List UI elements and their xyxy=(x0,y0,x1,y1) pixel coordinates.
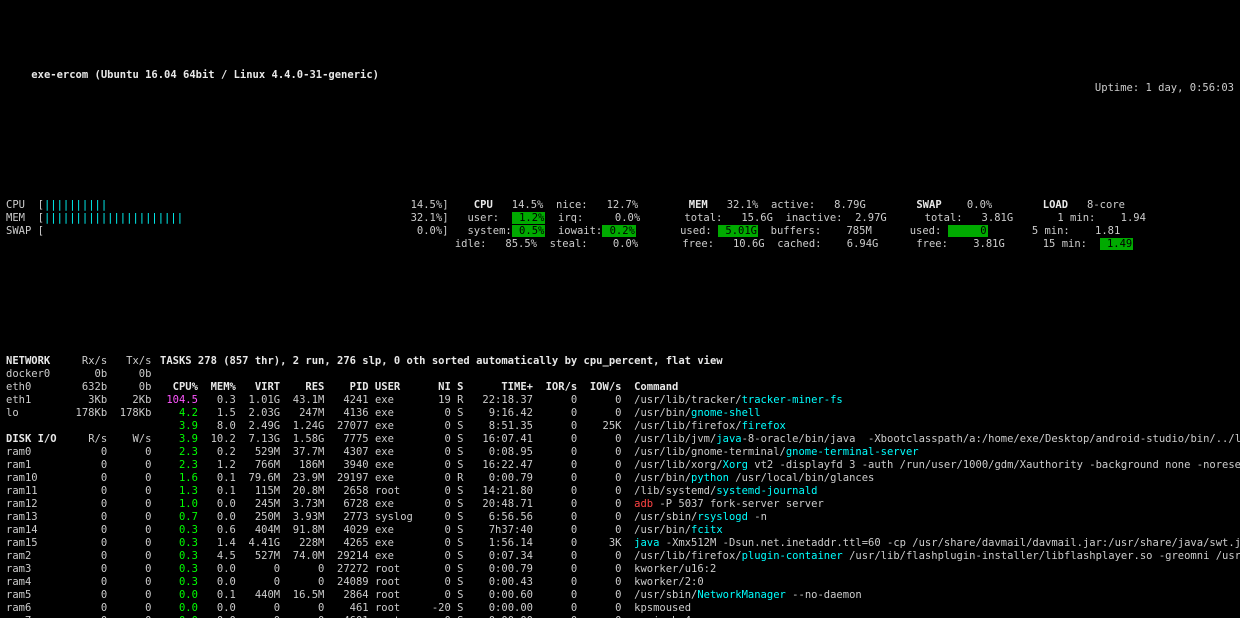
sidebar: NETWORK Rx/s Tx/sdocker0 0b 0beth0 632b … xyxy=(6,355,146,618)
process-row[interactable]: 104.5 0.3 1.01G 43.1M 4241 exe 19 R 22:1… xyxy=(160,394,1240,407)
process-row[interactable]: 4.2 1.5 2.03G 247M 4136 exe 0 S 9:16.42 … xyxy=(160,407,1240,420)
process-row[interactable]: 3.9 8.0 2.49G 1.24G 27077 exe 0 S 8:51.3… xyxy=(160,420,1240,433)
summary-panel: CPU [|||||||||| 14.5%] CPU 14.5% nice: 1… xyxy=(6,199,1234,251)
task-list[interactable]: TASKS 278 (857 thr), 2 run, 276 slp, 0 o… xyxy=(160,355,1240,618)
process-row[interactable]: 0.0 0.1 440M 16.5M 2864 root 0 S 0:00.60… xyxy=(160,589,1240,602)
process-row[interactable]: 3.9 10.2 7.13G 1.58G 7775 exe 0 S 16:07.… xyxy=(160,433,1240,446)
hostname: exe-ercom (Ubuntu 16.04 64bit / Linux 4.… xyxy=(31,69,379,81)
process-row[interactable]: 0.3 4.5 527M 74.0M 29214 exe 0 S 0:07.34… xyxy=(160,550,1240,563)
process-row[interactable]: 0.7 0.0 250M 3.93M 2773 syslog 0 S 6:56.… xyxy=(160,511,1240,524)
tasks-summary: TASKS 278 (857 thr), 2 run, 276 slp, 0 o… xyxy=(160,355,1240,368)
process-row[interactable]: 0.3 0.6 404M 91.8M 4029 exe 0 S 7h37:40 … xyxy=(160,524,1240,537)
process-row[interactable]: 2.3 0.2 529M 37.7M 4307 exe 0 S 0:08.95 … xyxy=(160,446,1240,459)
process-row[interactable]: 1.0 0.0 245M 3.73M 6728 exe 0 S 20:48.71… xyxy=(160,498,1240,511)
process-row[interactable]: 1.6 0.1 79.6M 23.9M 29197 exe 0 R 0:00.7… xyxy=(160,472,1240,485)
process-row[interactable]: 2.3 1.2 766M 186M 3940 exe 0 S 16:22.47 … xyxy=(160,459,1240,472)
process-row[interactable]: 1.3 0.1 115M 20.8M 2658 root 0 S 14:21.8… xyxy=(160,485,1240,498)
process-row[interactable]: 0.3 1.4 4.41G 228M 4265 exe 0 S 1:56.14 … xyxy=(160,537,1240,550)
terminal-screen: exe-ercom (Ubuntu 16.04 64bit / Linux 4.… xyxy=(0,0,1240,618)
process-row[interactable]: 0.3 0.0 0 0 27272 root 0 S 0:00.79 0 0 k… xyxy=(160,563,1240,576)
uptime: Uptime: 1 day, 0:56:03 xyxy=(1095,82,1234,95)
process-row[interactable]: 0.3 0.0 0 0 24089 root 0 S 0:00.43 0 0 k… xyxy=(160,576,1240,589)
process-row[interactable]: 0.0 0.0 0 0 461 root -20 S 0:00.00 0 0 k… xyxy=(160,602,1240,615)
